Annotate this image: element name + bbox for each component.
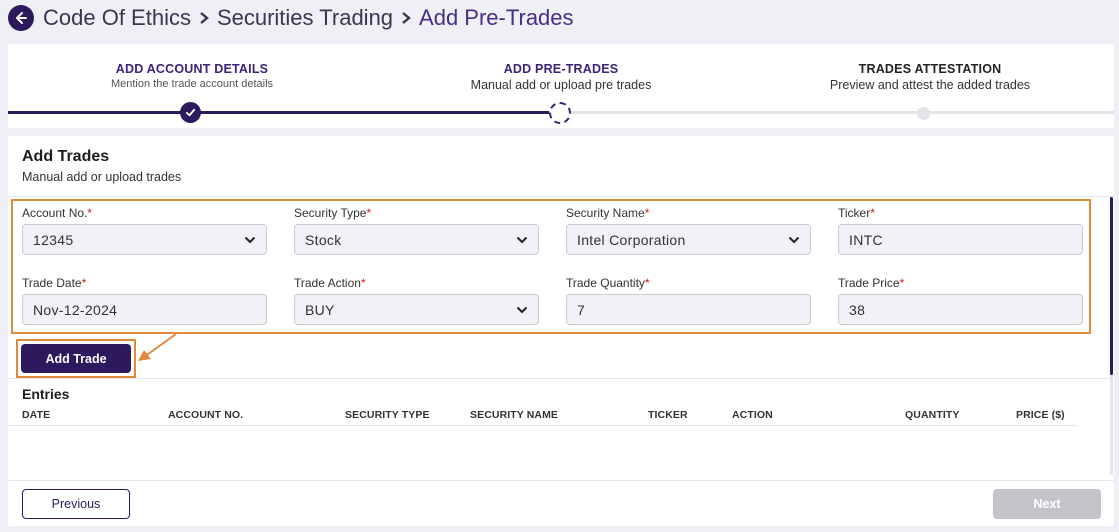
trade-form-highlight: Account No.* 12345 Security Type* Stock … [11,199,1091,334]
chevron-down-icon [788,236,800,244]
breadcrumb: Code Of Ethics Securities Trading Add Pr… [8,4,574,32]
add-trade-highlight: Add Trade [16,339,136,378]
breadcrumb-item-add-pre-trades: Add Pre-Trades [419,5,574,30]
column-header-action: ACTION [732,409,773,421]
column-header-security-name: SECURITY NAME [470,409,559,421]
scrollbar-track[interactable] [1110,375,1113,475]
step-add-pre-trades: ADD PRE-TRADES Manual add or upload pre … [411,62,711,92]
annotation-arrow-icon [138,333,177,361]
check-icon [180,102,201,123]
chevron-right-icon [399,10,413,26]
trade-quantity-input[interactable]: 7 [566,294,811,325]
chevron-down-icon [516,306,528,314]
previous-button[interactable]: Previous [22,489,130,519]
divider [8,378,1114,379]
chevron-down-icon [244,236,256,244]
trade-price-input[interactable]: 38 [838,294,1083,325]
column-header-price: PRICE ($) [1016,409,1065,421]
trade-quantity-value: 7 [577,301,586,318]
security-type-value: Stock [305,231,342,248]
step-title: TRADES ATTESTATION [858,62,1002,76]
security-type-label: Security Type* [294,206,372,220]
trade-price-value: 38 [849,301,866,318]
add-trade-button[interactable]: Add Trade [21,344,131,373]
account-no-value: 12345 [33,231,74,248]
trade-date-field: Trade Date* Nov-12-2024 [22,276,267,325]
card-subtitle: Manual add or upload trades [22,170,182,184]
trade-action-field: Trade Action* BUY [294,276,539,325]
divider [8,196,1114,197]
trade-action-label: Trade Action* [294,276,366,290]
account-no-select[interactable]: 12345 [22,224,267,255]
column-header-ticker: TICKER [648,409,688,421]
step-subtitle: Mention the trade account details [110,78,274,90]
step-subtitle: Manual add or upload pre trades [470,78,652,92]
add-trades-card: Add Trades Manual add or upload trades A… [8,136,1114,526]
account-no-field: Account No.* 12345 [22,206,267,255]
step-pending-indicator [917,107,930,120]
step-trades-attestation: TRADES ATTESTATION Preview and attest th… [780,62,1080,92]
back-arrow-icon[interactable] [8,5,34,31]
progress-track-pending [571,111,1114,114]
entries-title: Entries [22,386,70,402]
breadcrumb-item-securities-trading[interactable]: Securities Trading [217,5,393,31]
progress-track-complete [8,111,551,114]
progress-stepper: ADD ACCOUNT DETAILS Mention the trade ac… [8,44,1114,128]
trade-action-value: BUY [305,301,335,318]
step-current-indicator [549,102,571,124]
trade-quantity-label: Trade Quantity* [566,276,650,290]
card-title: Add Trades [22,148,110,165]
column-header-security-type: SECURITY TYPE [345,409,430,421]
column-header-account-no: ACCOUNT NO. [168,409,244,421]
security-name-label: Security Name* [566,206,650,220]
trade-price-label: Trade Price* [838,276,905,290]
trade-action-select[interactable]: BUY [294,294,539,325]
trade-quantity-field: Trade Quantity* 7 [566,276,811,325]
trade-date-label: Trade Date* [22,276,87,290]
security-name-select[interactable]: Intel Corporation [566,224,811,255]
ticker-value: INTC [849,231,883,248]
column-header-quantity: QUANTITY [905,409,960,421]
trade-price-field: Trade Price* 38 [838,276,1083,325]
chevron-right-icon [197,10,211,26]
breadcrumb-item-code-of-ethics[interactable]: Code Of Ethics [43,5,191,31]
trade-date-value: Nov-12-2024 [33,301,118,318]
trade-date-input[interactable]: Nov-12-2024 [22,294,267,325]
chevron-down-icon [516,236,528,244]
step-add-account-details: ADD ACCOUNT DETAILS Mention the trade ac… [42,62,342,90]
security-name-value: Intel Corporation [577,231,686,248]
step-title: ADD ACCOUNT DETAILS [115,62,269,76]
ticker-input[interactable]: INTC [838,224,1083,255]
next-button[interactable]: Next [993,489,1101,519]
step-title: ADD PRE-TRADES [503,62,619,76]
table-header-divider [8,425,1078,426]
account-no-label: Account No.* [22,206,93,220]
security-type-field: Security Type* Stock [294,206,539,255]
scrollbar-thumb[interactable] [1110,197,1113,375]
ticker-label: Ticker* [838,206,875,220]
step-subtitle: Preview and attest the added trades [829,78,1031,92]
security-name-field: Security Name* Intel Corporation [566,206,811,255]
security-type-select[interactable]: Stock [294,224,539,255]
ticker-field: Ticker* INTC [838,206,1083,255]
divider [8,480,1114,481]
column-header-date: DATE [22,409,51,421]
